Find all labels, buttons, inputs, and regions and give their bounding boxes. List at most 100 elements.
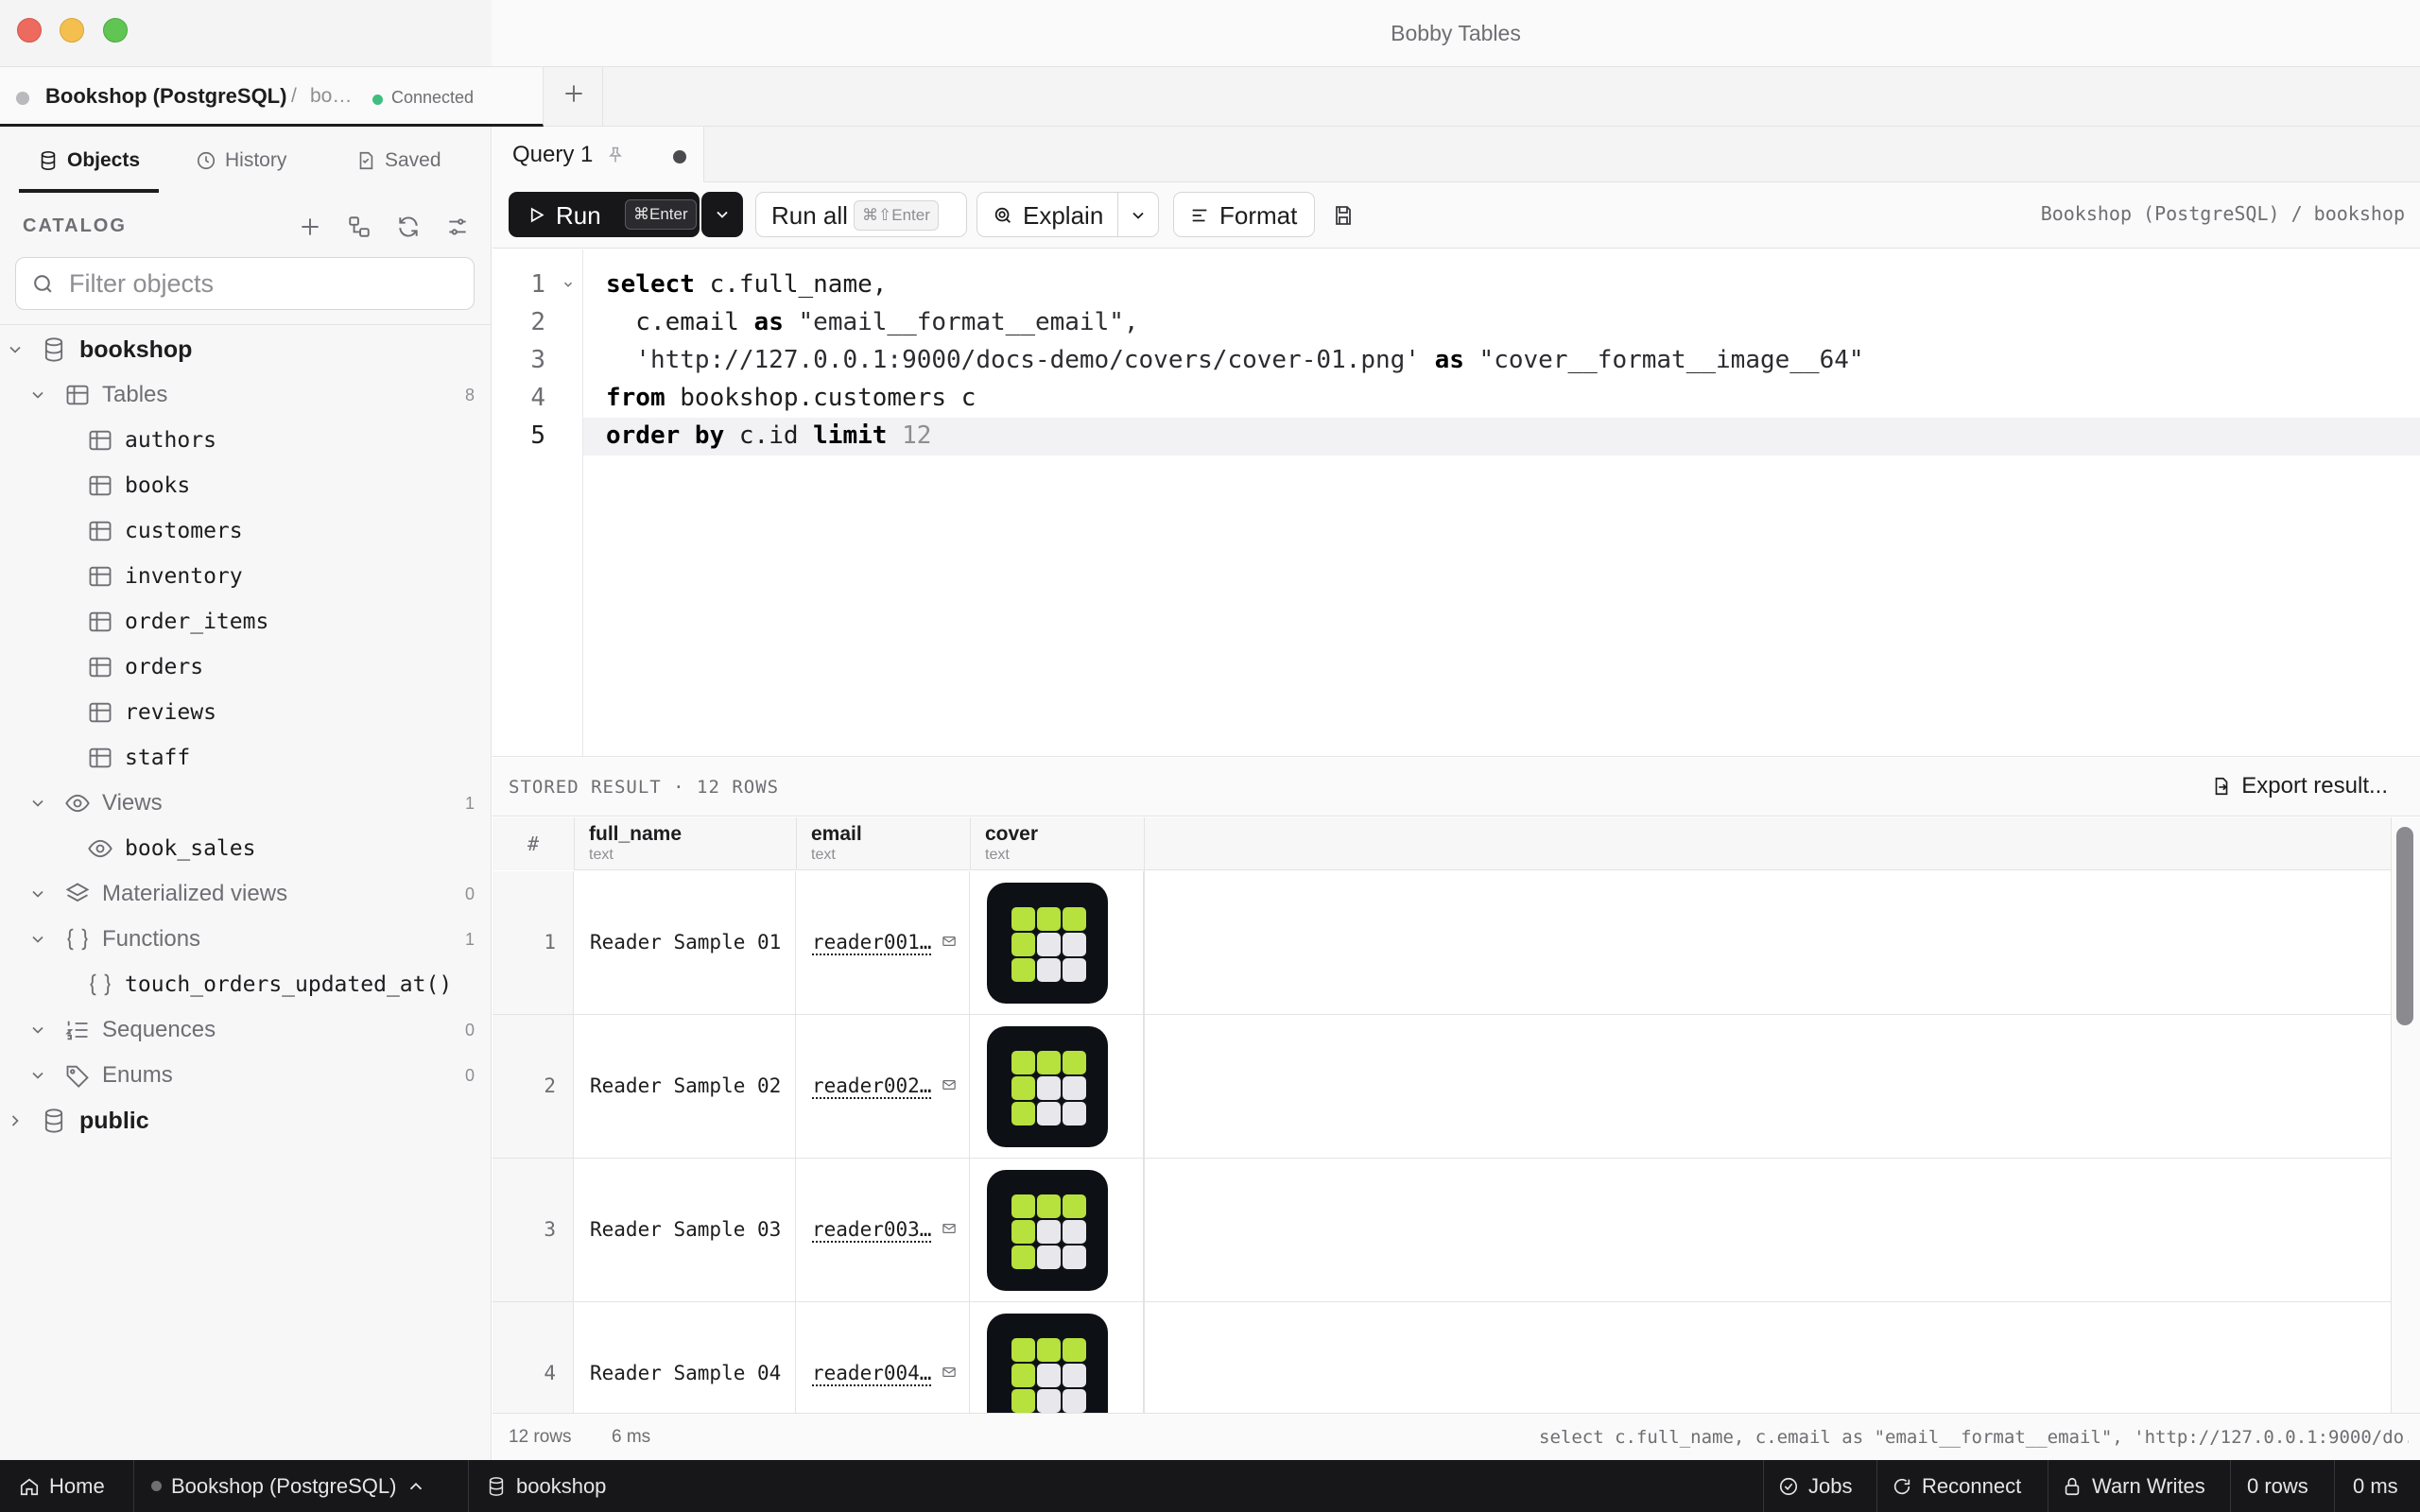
- cover-image[interactable]: [987, 1026, 1108, 1147]
- table-row[interactable]: 1 Reader Sample 01 reader001…: [493, 871, 2391, 1015]
- filter-objects-input[interactable]: [69, 266, 457, 301]
- table-row[interactable]: 2 Reader Sample 02 reader002…: [493, 1015, 2391, 1159]
- chevron-down-icon: [32, 1026, 43, 1034]
- tree-item-order-items[interactable]: order_items: [0, 600, 492, 644]
- tree-group-tables[interactable]: Tables 8: [0, 373, 492, 417]
- keyword: order by: [606, 421, 725, 450]
- jobs-button[interactable]: Jobs: [1778, 1460, 1852, 1512]
- cell-full-name[interactable]: Reader Sample 02: [575, 1015, 796, 1158]
- email-link[interactable]: reader001…: [812, 931, 931, 954]
- tree-item-books[interactable]: books: [0, 464, 492, 507]
- home-button[interactable]: Home: [19, 1460, 105, 1512]
- tree-item-staff[interactable]: staff: [0, 736, 492, 780]
- email-link[interactable]: reader004…: [812, 1362, 931, 1384]
- schema-diagram-button[interactable]: [342, 210, 375, 243]
- code-line-1: select c.full_name,: [606, 270, 887, 299]
- scrollbar-thumb[interactable]: [2396, 827, 2413, 1025]
- cell-email[interactable]: reader003…: [797, 1159, 970, 1301]
- cover-tile: [1011, 1364, 1035, 1387]
- tab-saved[interactable]: Saved: [355, 127, 441, 195]
- code-text: c.id: [724, 421, 814, 450]
- cover-image[interactable]: [987, 1314, 1108, 1413]
- run-button[interactable]: Run ⌘Enter: [509, 192, 700, 237]
- cell-cover[interactable]: [971, 1302, 1144, 1413]
- tree-group-enums[interactable]: Enums 0: [0, 1054, 492, 1097]
- cell-email[interactable]: reader004…: [797, 1302, 970, 1413]
- sql-editor[interactable]: 1 2 3 4 5 select c.full_name, c.email as…: [493, 249, 2420, 757]
- tree-group-materialized-views[interactable]: Materialized views 0: [0, 872, 492, 916]
- jobs-label: Jobs: [1808, 1473, 1853, 1498]
- bottom-status-bar: Home Bookshop (PostgreSQL) bookshop Jobs…: [0, 1460, 2420, 1512]
- export-result-button[interactable]: Export result...: [2211, 773, 2388, 799]
- table-icon: [89, 430, 112, 451]
- database-switcher[interactable]: bookshop: [486, 1460, 606, 1512]
- tree-item-customers[interactable]: customers: [0, 509, 492, 553]
- email-link[interactable]: reader003…: [812, 1218, 931, 1241]
- minimize-window-button[interactable]: [60, 18, 84, 43]
- refresh-button[interactable]: [391, 210, 424, 243]
- table-row[interactable]: 3 Reader Sample 03 reader003…: [493, 1159, 2391, 1302]
- cell-email[interactable]: reader001…: [797, 871, 970, 1014]
- toolbar-connection-path: Bookshop (PostgreSQL) / bookshop: [2040, 202, 2405, 225]
- tree-db-public[interactable]: public: [0, 1099, 492, 1143]
- tab-query-1[interactable]: Query 1: [493, 127, 704, 182]
- cover-image[interactable]: [987, 1170, 1108, 1291]
- filter-objects-field[interactable]: [15, 257, 475, 310]
- header-cover[interactable]: cover text: [971, 817, 1145, 870]
- table-row[interactable]: 4 Reader Sample 04 reader004…: [493, 1302, 2391, 1413]
- header-full-name[interactable]: full_name text: [575, 817, 797, 870]
- close-window-button[interactable]: [17, 18, 42, 43]
- header-email[interactable]: email text: [797, 817, 971, 870]
- tree-item-orders[interactable]: orders: [0, 645, 492, 689]
- reconnect-button[interactable]: Reconnect: [1892, 1460, 2021, 1512]
- keyword: as: [753, 308, 784, 336]
- tag-icon: [66, 1065, 89, 1088]
- warn-writes-toggle[interactable]: Warn Writes: [2062, 1460, 2205, 1512]
- add-connection-button[interactable]: [544, 67, 603, 127]
- tree-group-views[interactable]: Views 1: [0, 782, 492, 825]
- connection-switcher[interactable]: Bookshop (PostgreSQL): [151, 1460, 426, 1512]
- explain-button[interactable]: Explain: [977, 192, 1118, 237]
- tree-item-book-sales[interactable]: book_sales: [0, 827, 492, 870]
- save-query-button[interactable]: [1322, 192, 1364, 237]
- eye-icon: [88, 839, 112, 858]
- tree-item-authors[interactable]: authors: [0, 419, 492, 462]
- new-object-button[interactable]: [293, 210, 326, 243]
- connection-switcher-label: Bookshop (PostgreSQL): [171, 1473, 397, 1498]
- run-label: Run: [556, 201, 601, 230]
- cell-full-name[interactable]: Reader Sample 04: [575, 1302, 796, 1413]
- tab-history[interactable]: History: [196, 127, 286, 195]
- tree-item-reviews[interactable]: reviews: [0, 691, 492, 734]
- run-shortcut: ⌘Enter: [625, 199, 697, 230]
- explain-options-button[interactable]: [1117, 192, 1159, 237]
- run-options-button[interactable]: [701, 192, 743, 237]
- tree-item-touch-orders-updated-at[interactable]: touch_orders_updated_at(): [0, 963, 492, 1006]
- cover-tile: [1011, 1246, 1035, 1269]
- pin-icon[interactable]: [606, 146, 625, 164]
- filter-settings-button[interactable]: [441, 210, 474, 243]
- email-link[interactable]: reader002…: [812, 1074, 931, 1097]
- results-scrollbar[interactable]: [2391, 817, 2420, 1413]
- cell-full-name[interactable]: Reader Sample 01: [575, 871, 796, 1014]
- tab-objects[interactable]: Objects: [38, 127, 140, 195]
- cell-cover[interactable]: [971, 1015, 1144, 1158]
- tree-count: 0: [464, 1020, 475, 1040]
- code-text: bookshop.customers c: [665, 384, 977, 412]
- tree-db-bookshop[interactable]: bookshop: [0, 328, 492, 371]
- cover-image[interactable]: [987, 883, 1108, 1004]
- run-all-button[interactable]: Run all ⌘⇧Enter: [755, 192, 967, 237]
- tree-group-functions[interactable]: Functions 1: [0, 918, 492, 961]
- connection-tab[interactable]: Bookshop (PostgreSQL) / bo… Connected: [0, 67, 544, 127]
- format-button[interactable]: Format: [1173, 192, 1315, 237]
- code-string: "cover__format__image__64": [1463, 346, 1864, 374]
- tree-group-sequences[interactable]: Sequences 0: [0, 1008, 492, 1052]
- fold-chevron-icon[interactable]: [562, 278, 575, 291]
- tree-item-inventory[interactable]: inventory: [0, 555, 492, 598]
- result-duration: 6 ms: [612, 1427, 651, 1447]
- cell-full-name[interactable]: Reader Sample 03: [575, 1159, 796, 1301]
- cell-email[interactable]: reader002…: [797, 1015, 970, 1158]
- cell-cover[interactable]: [971, 1159, 1144, 1301]
- align-left-icon: [1192, 209, 1207, 222]
- cell-cover[interactable]: [971, 871, 1144, 1014]
- zoom-window-button[interactable]: [103, 18, 128, 43]
